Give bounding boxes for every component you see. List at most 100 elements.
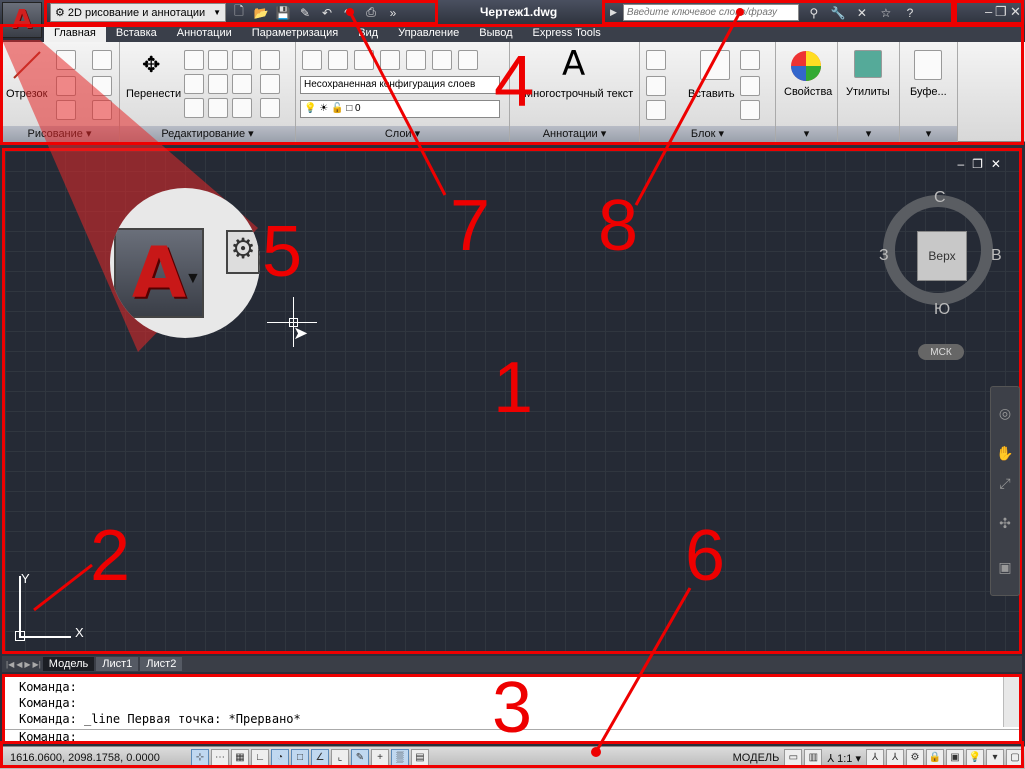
lock-icon[interactable]: 🔒 [926, 749, 944, 767]
utilities-panel-expander[interactable]: ▾ [838, 126, 899, 142]
compass-east[interactable]: В [991, 247, 1002, 265]
layer-dropdown[interactable]: 💡 ☀ 🔓 □ 0 [300, 100, 500, 118]
properties-label[interactable]: Свойства [784, 86, 832, 98]
ucs-menu-button[interactable]: МСК [918, 344, 964, 360]
model-space-button[interactable]: МОДЕЛЬ [733, 752, 780, 764]
layer-state-icon[interactable] [328, 50, 348, 70]
help-icon[interactable]: ? [901, 4, 919, 22]
stretch-icon[interactable] [232, 74, 252, 94]
zoom-extents-icon[interactable]: ⤢ [994, 475, 1016, 497]
auto-scale-icon[interactable]: ⅄ [886, 749, 904, 767]
move-icon[interactable]: ✥ [142, 52, 160, 78]
steering-wheel-icon[interactable]: ◎ [994, 405, 1016, 427]
tab-view[interactable]: Вид [348, 25, 388, 42]
more-icon[interactable]: » [384, 4, 402, 22]
create-block-icon[interactable] [740, 50, 760, 70]
insert-label[interactable]: Вставить [688, 88, 735, 100]
dimension-icon[interactable] [646, 50, 666, 70]
clipboard-panel-expander[interactable]: ▾ [900, 126, 957, 142]
first-layout-icon[interactable]: |◀ [6, 660, 14, 669]
layer-off-icon[interactable] [354, 50, 374, 70]
search-input[interactable] [622, 4, 799, 21]
last-layout-icon[interactable]: ▶| [33, 660, 41, 669]
snap-icon[interactable]: ⋯ [211, 749, 229, 767]
prev-layout-icon[interactable]: ◀ [16, 660, 22, 669]
tab-express-tools[interactable]: Express Tools [523, 25, 611, 42]
annotation-panel-title[interactable]: Аннотации ▾ [510, 126, 639, 142]
ortho-icon[interactable]: ∟ [251, 749, 269, 767]
redo-icon[interactable]: ↷ [340, 4, 358, 22]
utilities-icon[interactable] [854, 50, 882, 78]
erase-icon[interactable] [260, 50, 280, 70]
annotation-visibility-icon[interactable]: ⅄ [866, 749, 884, 767]
mtext-label[interactable]: Многострочный текст [524, 88, 633, 100]
mirror-icon[interactable] [184, 74, 204, 94]
compass-north[interactable]: С [934, 189, 946, 207]
line-tool-label[interactable]: Отрезок [6, 88, 47, 100]
trim-icon[interactable] [232, 50, 252, 70]
coordinates-readout[interactable]: 1616.0600, 2098.1758, 0.0000 [0, 752, 190, 764]
clipboard-label[interactable]: Буфе... [910, 86, 947, 98]
tab-output[interactable]: Вывод [469, 25, 522, 42]
annotation-scale[interactable]: ⅄ 1:1 ▾ [827, 752, 861, 765]
tab-parametric[interactable]: Параметризация [242, 25, 348, 42]
restore-icon[interactable]: ❐ [995, 4, 1007, 20]
hardware-accel-icon[interactable]: ▣ [946, 749, 964, 767]
draw-panel-title[interactable]: Рисование ▾ [0, 126, 119, 142]
line-icon[interactable] [12, 50, 42, 80]
layer-state-dropdown[interactable]: Несохраненная конфигурация слоев [300, 76, 500, 94]
array-icon[interactable] [208, 98, 228, 118]
osnap-icon[interactable]: □ [291, 749, 309, 767]
exchange-icon[interactable]: ✕ [853, 4, 871, 22]
binoculars-icon[interactable]: ⚲ [805, 4, 823, 22]
arc-icon[interactable] [56, 100, 76, 120]
star-icon[interactable]: ☆ [877, 4, 895, 22]
fillet-icon[interactable] [208, 74, 228, 94]
edit-block-icon[interactable] [740, 76, 760, 96]
move-label[interactable]: Перенести [126, 88, 181, 100]
minimize-icon[interactable]: ‒ [985, 4, 992, 19]
workspace-switch-icon[interactable]: ⚙ [906, 749, 924, 767]
tab-home[interactable]: Главная [44, 25, 106, 42]
isolate-objects-icon[interactable]: 💡 [966, 749, 984, 767]
clean-screen-icon[interactable]: ▢ [1006, 749, 1024, 767]
new-file-icon[interactable]: 🗋 [230, 4, 248, 22]
modify-panel-title[interactable]: Редактирование ▾ [120, 126, 295, 142]
polar-icon[interactable]: ◔ [271, 749, 289, 767]
hatch-icon[interactable] [92, 100, 112, 120]
next-layout-icon[interactable]: ▶ [24, 660, 30, 669]
application-menu-button[interactable]: A [2, 2, 42, 38]
transparency-icon[interactable]: ▒ [391, 749, 409, 767]
color-wheel-icon[interactable] [790, 50, 822, 82]
rotate-icon[interactable] [208, 50, 228, 70]
tab-annotate[interactable]: Аннотации [167, 25, 242, 42]
layout-view-icon[interactable]: ▭ [784, 749, 803, 767]
clipboard-icon[interactable] [914, 50, 942, 80]
grid-icon[interactable]: ▦ [231, 749, 249, 767]
explode-icon[interactable] [260, 74, 280, 94]
viewcube-top-face[interactable]: Верх [917, 231, 967, 281]
workspace-dropdown[interactable]: ⚙ 2D рисование и аннотации ▼ [50, 3, 226, 22]
polyline-icon[interactable] [56, 50, 76, 70]
offset-icon[interactable] [232, 98, 252, 118]
scale-icon[interactable] [184, 98, 204, 118]
block-attribute-icon[interactable] [740, 100, 760, 120]
otrack-icon[interactable]: ∠ [311, 749, 329, 767]
infer-constraints-icon[interactable]: ⊹ [191, 749, 209, 767]
tab-manage[interactable]: Управление [388, 25, 469, 42]
wrench-icon[interactable]: 🔧 [829, 4, 847, 22]
table-icon[interactable] [646, 100, 666, 120]
undo-icon[interactable]: ↶ [318, 4, 336, 22]
close-icon[interactable]: ✕ [1010, 4, 1021, 20]
utilities-label[interactable]: Утилиты [846, 86, 890, 98]
arc-mini-icon[interactable] [92, 50, 112, 70]
plot-icon[interactable]: ⎙ [362, 4, 380, 22]
showmotion-icon[interactable]: ▣ [994, 559, 1016, 581]
block-panel-title[interactable]: Блок ▾ [640, 126, 775, 142]
command-scrollbar[interactable] [1003, 677, 1019, 727]
layer-isolate-icon[interactable] [380, 50, 400, 70]
status-menu-icon[interactable]: ▾ [986, 749, 1004, 767]
compass-west[interactable]: З [879, 247, 889, 265]
leader-icon[interactable] [646, 76, 666, 96]
search-expand-icon[interactable]: ▶ [610, 7, 617, 18]
